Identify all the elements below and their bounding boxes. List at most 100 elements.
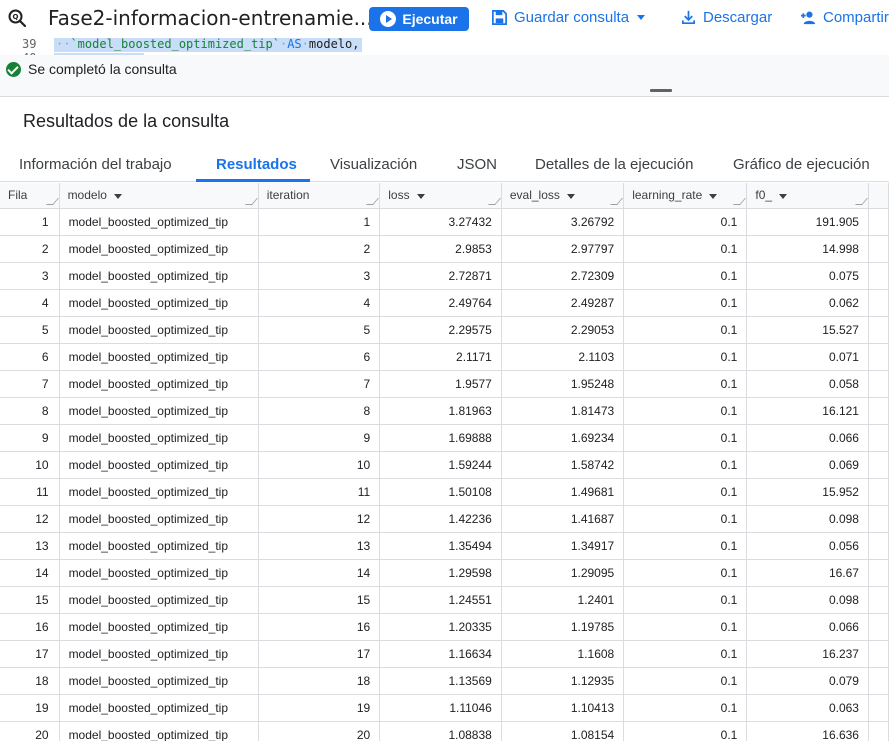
tab-json[interactable]: JSON [457,156,497,173]
cell-loss[interactable]: 2.49764 [379,289,502,317]
chevron-down-icon[interactable] [709,193,718,199]
table-row[interactable]: 15 model_boosted_optimized_tip 15 1.24551 1.… [0,586,889,614]
cell-eval-loss[interactable]: 3.26792 [501,208,625,236]
cell-learning-rate[interactable]: 0.1 [623,532,748,560]
cell-learning-rate[interactable]: 0.1 [623,370,748,398]
table-row[interactable]: 13 model_boosted_optimized_tip 13 1.35494 1.… [0,532,889,560]
cell-iteration[interactable]: 5 [258,316,381,344]
cell-loss[interactable]: 1.35494 [379,532,502,560]
cell-f0[interactable]: 14.998 [746,235,869,263]
cell-iteration[interactable]: 1 [258,208,381,236]
cell-f0[interactable]: 0.069 [746,451,869,479]
cell-eval-loss[interactable]: 1.95248 [501,370,625,398]
cell-learning-rate[interactable]: 0.1 [623,316,748,344]
cell-modelo[interactable]: model_boosted_optimized_tip [59,397,259,425]
table-row[interactable]: 2 model_boosted_optimized_tip 2 2.9853 2.977… [0,235,889,263]
resize-handle[interactable] [650,89,672,92]
row-number-cell[interactable]: 20 [0,721,60,741]
cell-f0[interactable]: 0.079 [746,667,869,695]
cell-eval-loss[interactable]: 1.69234 [501,424,625,452]
cell-learning-rate[interactable]: 0.1 [623,667,748,695]
table-row[interactable]: 5 model_boosted_optimized_tip 5 2.29575 2.29… [0,316,889,344]
cell-f0[interactable]: 0.071 [746,343,869,371]
sql-editor[interactable]: 39 40 ··`model_boosted_optimized_tip`·AS… [0,37,889,55]
cell-f0[interactable]: 0.075 [746,262,869,290]
cell-f0[interactable]: 15.527 [746,316,869,344]
cell-modelo[interactable]: model_boosted_optimized_tip [59,424,259,452]
tab-results[interactable]: Resultados [216,156,297,173]
cell-f0[interactable]: 0.066 [746,424,869,452]
cell-iteration[interactable]: 16 [258,613,381,641]
row-number-cell[interactable]: 18 [0,667,60,695]
table-row[interactable]: 10 model_boosted_optimized_tip 10 1.59244 1.… [0,451,889,479]
cell-modelo[interactable]: model_boosted_optimized_tip [59,370,259,398]
row-number-cell[interactable]: 9 [0,424,60,452]
cell-iteration[interactable]: 13 [258,532,381,560]
cell-modelo[interactable]: model_boosted_optimized_tip [59,640,259,668]
cell-learning-rate[interactable]: 0.1 [623,235,748,263]
row-number-cell[interactable]: 2 [0,235,60,263]
column-header-modelo[interactable]: modelo [59,183,259,209]
cell-iteration[interactable]: 14 [258,559,381,587]
column-resize-handle[interactable] [855,197,868,205]
cell-learning-rate[interactable]: 0.1 [623,721,748,741]
column-header-loss[interactable]: loss [379,183,502,209]
cell-eval-loss[interactable]: 2.49287 [501,289,625,317]
tab-execution-details[interactable]: Detalles de la ejecución [535,156,693,173]
column-header-eval-loss[interactable]: eval_loss [501,183,625,209]
row-number-cell[interactable]: 7 [0,370,60,398]
column-header-learning-rate[interactable]: learning_rate [623,183,748,209]
cell-modelo[interactable]: model_boosted_optimized_tip [59,208,259,236]
table-row[interactable]: 6 model_boosted_optimized_tip 6 2.1171 2.110… [0,343,889,371]
row-number-cell[interactable]: 13 [0,532,60,560]
cell-modelo[interactable]: model_boosted_optimized_tip [59,478,259,506]
cell-f0[interactable]: 0.062 [746,289,869,317]
cell-eval-loss[interactable]: 1.1608 [501,640,625,668]
cell-f0[interactable]: 0.098 [746,505,869,533]
editor-tab-title[interactable]: Fase2-informacion-entrenamie... [48,6,373,30]
save-query-button[interactable]: Guardar consulta [491,9,646,26]
row-number-cell[interactable]: 16 [0,613,60,641]
cell-iteration[interactable]: 12 [258,505,381,533]
cell-learning-rate[interactable]: 0.1 [623,586,748,614]
cell-eval-loss[interactable]: 2.97797 [501,235,625,263]
cell-loss[interactable]: 1.81963 [379,397,502,425]
cell-eval-loss[interactable]: 1.58742 [501,451,625,479]
cell-learning-rate[interactable]: 0.1 [623,424,748,452]
cell-f0[interactable]: 0.056 [746,532,869,560]
column-header-fila[interactable]: Fila [0,183,60,209]
cell-learning-rate[interactable]: 0.1 [623,559,748,587]
cell-iteration[interactable]: 17 [258,640,381,668]
download-button[interactable]: Descargar [680,9,772,26]
run-button[interactable]: Ejecutar [369,7,469,31]
column-header-iteration[interactable]: iteration [258,183,381,209]
cell-loss[interactable]: 1.11046 [379,694,502,722]
cell-loss[interactable]: 1.59244 [379,451,502,479]
cell-loss[interactable]: 1.24551 [379,586,502,614]
cell-modelo[interactable]: model_boosted_optimized_tip [59,235,259,263]
tab-job-info[interactable]: Información del trabajo [19,156,172,173]
column-header-f0[interactable]: f0_ [746,183,869,209]
column-resize-handle[interactable] [244,197,258,205]
cell-loss[interactable]: 1.50108 [379,478,502,506]
tab-visualization[interactable]: Visualización [330,156,417,173]
cell-iteration[interactable]: 20 [258,721,381,741]
cell-modelo[interactable]: model_boosted_optimized_tip [59,343,259,371]
cell-f0[interactable]: 16.67 [746,559,869,587]
row-number-cell[interactable]: 12 [0,505,60,533]
cell-modelo[interactable]: model_boosted_optimized_tip [59,316,259,344]
cell-eval-loss[interactable]: 1.19785 [501,613,625,641]
row-number-cell[interactable]: 14 [0,559,60,587]
cell-eval-loss[interactable]: 2.1103 [501,343,625,371]
table-row[interactable]: 18 model_boosted_optimized_tip 18 1.13569 1.… [0,667,889,695]
cell-eval-loss[interactable]: 1.49681 [501,478,625,506]
column-resize-handle[interactable] [487,197,501,205]
cell-iteration[interactable]: 19 [258,694,381,722]
share-button[interactable]: Compartir [800,9,889,26]
cell-modelo[interactable]: model_boosted_optimized_tip [59,613,259,641]
row-number-cell[interactable]: 6 [0,343,60,371]
cell-learning-rate[interactable]: 0.1 [623,613,748,641]
cell-modelo[interactable]: model_boosted_optimized_tip [59,667,259,695]
table-row[interactable]: 9 model_boosted_optimized_tip 9 1.69888 1.69… [0,424,889,452]
row-number-cell[interactable]: 17 [0,640,60,668]
